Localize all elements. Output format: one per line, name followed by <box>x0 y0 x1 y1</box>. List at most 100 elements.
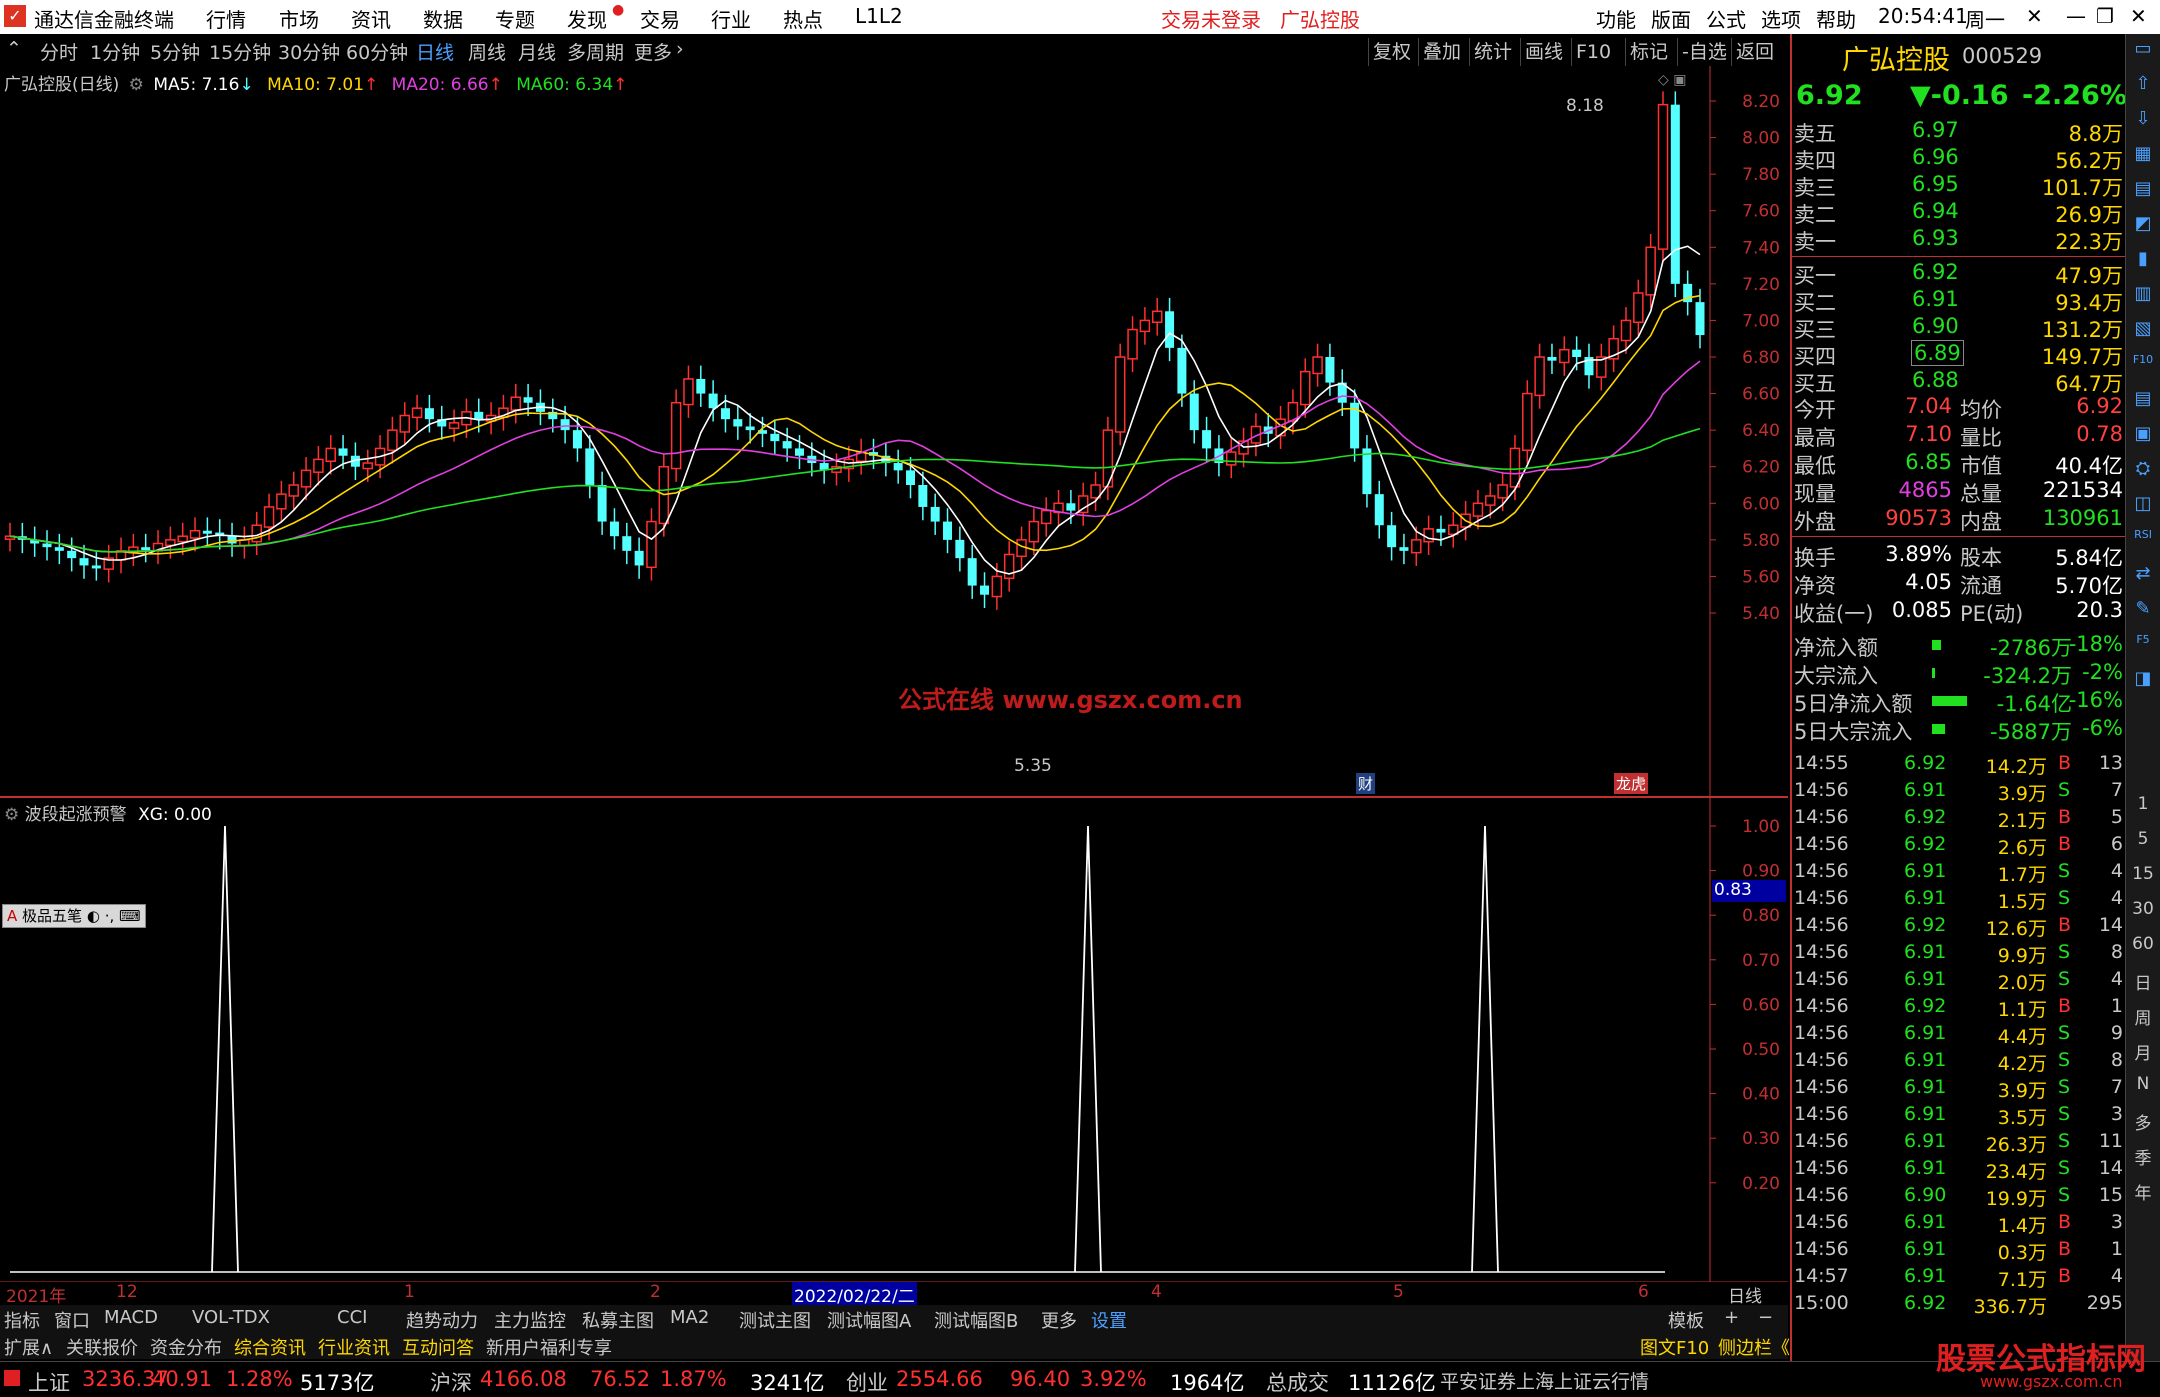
candle-body[interactable] <box>325 447 336 462</box>
square-icon[interactable]: ▣ <box>2130 423 2156 444</box>
period-15min[interactable]: 15分钟 <box>209 38 271 65</box>
close-icon[interactable]: ✕ <box>2130 4 2147 28</box>
candle-body[interactable] <box>1114 356 1126 433</box>
candle-body[interactable] <box>794 448 804 456</box>
restore-icon[interactable]: — <box>2066 4 2086 28</box>
tool-f10[interactable]: F10 <box>1571 38 1615 66</box>
candle-body[interactable] <box>91 565 101 569</box>
trade-status[interactable]: 交易未登录 <box>1161 4 1261 33</box>
period-shortcut-4[interactable]: 60 <box>2130 934 2156 954</box>
f5-icon[interactable]: F5 <box>2130 633 2156 646</box>
candle-body[interactable] <box>906 470 916 485</box>
candle-body[interactable] <box>141 547 151 551</box>
indicator-tab-12[interactable]: 更多 <box>1041 1307 1077 1333</box>
candle-body[interactable] <box>967 558 977 586</box>
candle-body[interactable] <box>918 485 928 507</box>
candle-body[interactable] <box>1016 539 1027 558</box>
candle-body[interactable] <box>227 536 237 544</box>
candle-body[interactable] <box>1657 103 1669 250</box>
candle-body[interactable] <box>597 485 607 522</box>
tool-mark[interactable]: 标记 <box>1625 38 1672 66</box>
candle-body[interactable] <box>609 521 619 537</box>
pattern-icon[interactable]: ▧ <box>2130 318 2156 339</box>
period-collapse-icon[interactable]: ⌃ <box>6 38 22 60</box>
period-daily[interactable]: 日线 <box>416 38 454 65</box>
period-60min[interactable]: 60分钟 <box>346 38 408 65</box>
tick-row[interactable]: 14:56 6.90 19.9万 S 15 <box>1792 1184 2127 1211</box>
ime-moon-icon[interactable]: ◐ ·, <box>87 907 114 925</box>
candle-body[interactable] <box>263 506 275 528</box>
candle-body[interactable] <box>411 407 423 419</box>
candle-body[interactable] <box>1645 246 1656 296</box>
bar-icon[interactable]: ▮ <box>2130 248 2156 269</box>
kline-chart[interactable]: 8.20 8.00 7.80 7.60 7.40 7.20 7.00 6.80 6.60 6.40… <box>0 66 1788 1282</box>
f10-link[interactable]: 图文F10 <box>1640 1334 1709 1360</box>
candle-body[interactable] <box>893 463 903 471</box>
candle-body[interactable] <box>1559 348 1570 364</box>
candle-body[interactable] <box>424 408 434 420</box>
zoom-out-button[interactable]: − <box>1758 1307 1773 1328</box>
index-name[interactable]: 上证 <box>28 1367 70 1397</box>
candle-body[interactable] <box>1139 319 1151 333</box>
split-icon[interactable]: ◨ <box>2130 668 2156 689</box>
indicator-tab-13[interactable]: 设置 <box>1091 1307 1127 1333</box>
candle-body[interactable] <box>42 543 52 548</box>
ime-a-icon[interactable]: A <box>7 907 17 925</box>
tool-draw[interactable]: 画线 <box>1520 38 1567 66</box>
candle-body[interactable] <box>399 414 410 433</box>
tool-overlay[interactable]: 叠加 <box>1418 38 1465 66</box>
tool-stats[interactable]: 统计 <box>1469 38 1516 66</box>
rsi-icon[interactable]: RSI <box>2130 528 2156 541</box>
sidebar-toggle[interactable]: 侧边栏《 <box>1718 1334 1790 1360</box>
candle-body[interactable] <box>683 378 694 406</box>
indicator-tab-4[interactable]: CCI <box>337 1307 367 1328</box>
candle-body[interactable] <box>189 529 201 539</box>
candle-body[interactable] <box>1436 528 1446 533</box>
legend-gear-icon[interactable]: ⚙ <box>129 75 144 95</box>
candle-body[interactable] <box>943 521 953 540</box>
candle-body[interactable] <box>720 408 730 420</box>
period-shortcut-11[interactable]: 年 <box>2130 1179 2156 1204</box>
maximize-icon[interactable]: ❐ <box>2096 4 2114 28</box>
menu-trade[interactable]: 交易 <box>640 4 680 33</box>
index-name[interactable]: 沪深 <box>430 1367 472 1397</box>
candle-body[interactable] <box>362 462 373 470</box>
candle-body[interactable] <box>1485 495 1496 506</box>
tick-row[interactable]: 15:00 6.92 336.7万 295 <box>1792 1292 2127 1319</box>
menu-discover[interactable]: 发现 <box>567 4 607 33</box>
extension-tab-1[interactable]: 关联报价 <box>66 1334 138 1360</box>
candle-body[interactable] <box>1127 328 1138 360</box>
period-shortcut-9[interactable]: 多 <box>2130 1109 2156 1134</box>
tick-row[interactable]: 14:56 6.91 26.3万 S 11 <box>1792 1130 2127 1157</box>
candle-body[interactable] <box>1497 484 1508 499</box>
event-tag-dragon-tiger[interactable]: 龙虎 <box>1614 773 1649 794</box>
xg-spike[interactable] <box>211 825 239 1273</box>
candle-body[interactable] <box>1522 392 1533 452</box>
menu-quotes[interactable]: 行情 <box>206 4 246 33</box>
menu-options[interactable]: 选项 <box>1761 4 1801 33</box>
candle-body[interactable] <box>1202 430 1212 449</box>
indicator-tab-3[interactable]: VOL-TDX <box>192 1307 270 1328</box>
period-1min[interactable]: 1分钟 <box>90 38 140 65</box>
candle-body[interactable] <box>276 493 287 510</box>
candle-body[interactable] <box>1572 349 1582 357</box>
window-icon[interactable]: ◫ <box>2130 493 2156 514</box>
candle-body[interactable] <box>634 550 644 566</box>
ask-price[interactable]: 6.97 <box>1912 118 1959 142</box>
candle-body[interactable] <box>1151 310 1163 324</box>
arrow-down-icon[interactable]: ⇩ <box>2130 108 2156 129</box>
ask-price[interactable]: 6.93 <box>1912 226 1959 250</box>
period-shortcut-10[interactable]: 季 <box>2130 1144 2156 1169</box>
menu-data[interactable]: 数据 <box>423 4 463 33</box>
candle-body[interactable] <box>1225 451 1237 466</box>
f10-icon[interactable]: F10 <box>2130 353 2156 366</box>
candle-body[interactable] <box>54 547 64 551</box>
indicator-tab-8[interactable]: MA2 <box>670 1307 709 1328</box>
candle-body[interactable] <box>782 441 792 449</box>
candle-body[interactable] <box>300 469 312 488</box>
menu-topics[interactable]: 专题 <box>495 4 535 33</box>
candle-body[interactable] <box>338 448 348 456</box>
candle-body[interactable] <box>1633 292 1644 324</box>
xg-spike[interactable] <box>1471 825 1499 1273</box>
tick-row[interactable]: 14:56 6.91 0.3万 B 1 <box>1792 1238 2127 1265</box>
